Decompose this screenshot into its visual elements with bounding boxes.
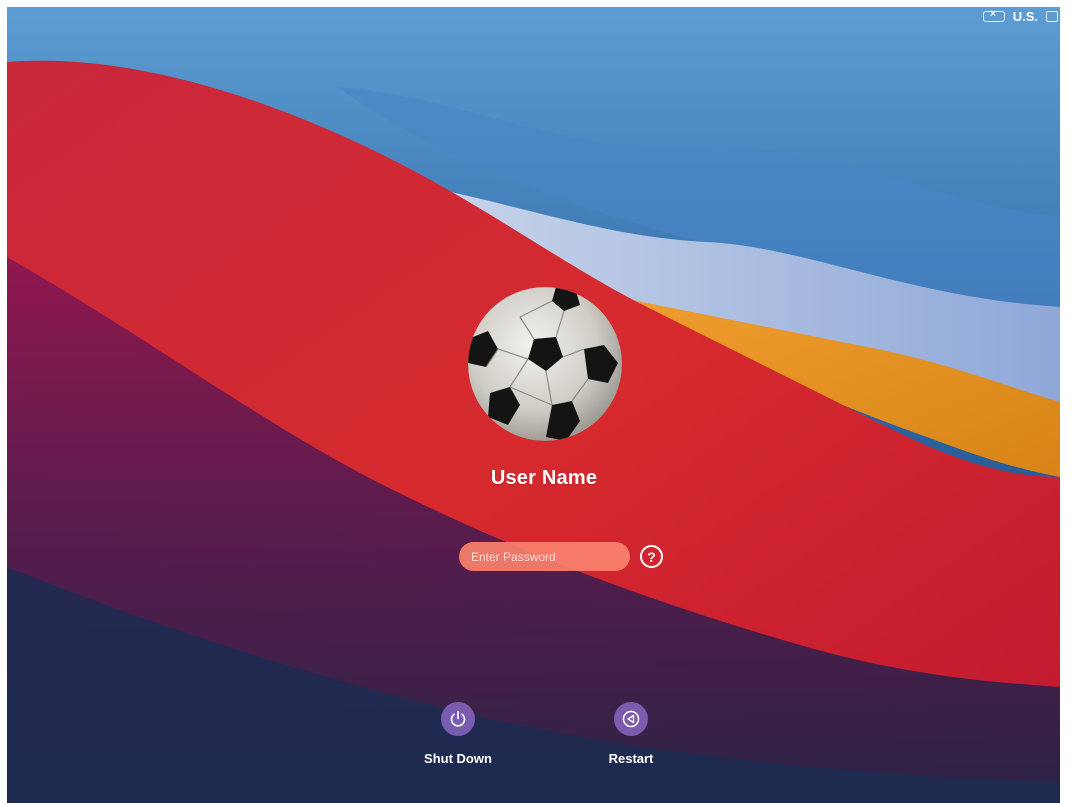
soccer-ball-icon [468, 287, 622, 441]
shut-down-circle[interactable] [441, 702, 475, 736]
restart-icon [622, 710, 640, 728]
user-avatar[interactable] [468, 287, 622, 441]
restart-button[interactable]: Restart [581, 702, 681, 766]
question-mark-icon: ? [647, 548, 656, 565]
restart-label[interactable]: Restart [609, 751, 654, 766]
input-language-label[interactable]: U.S. [1013, 9, 1038, 24]
login-screen: U.S. [7, 7, 1060, 803]
keyboard-icon[interactable] [982, 8, 1005, 22]
user-name: User Name [490, 467, 598, 489]
restart-circle[interactable] [614, 702, 648, 736]
menu-bar: U.S. [982, 7, 1060, 25]
input-source-icon[interactable] [1046, 10, 1058, 22]
power-icon [450, 710, 466, 727]
password-input[interactable] [459, 542, 630, 571]
shut-down-button[interactable]: Shut Down [408, 702, 508, 766]
password-hint-button[interactable]: ? [640, 545, 663, 568]
shut-down-label[interactable]: Shut Down [424, 751, 492, 766]
